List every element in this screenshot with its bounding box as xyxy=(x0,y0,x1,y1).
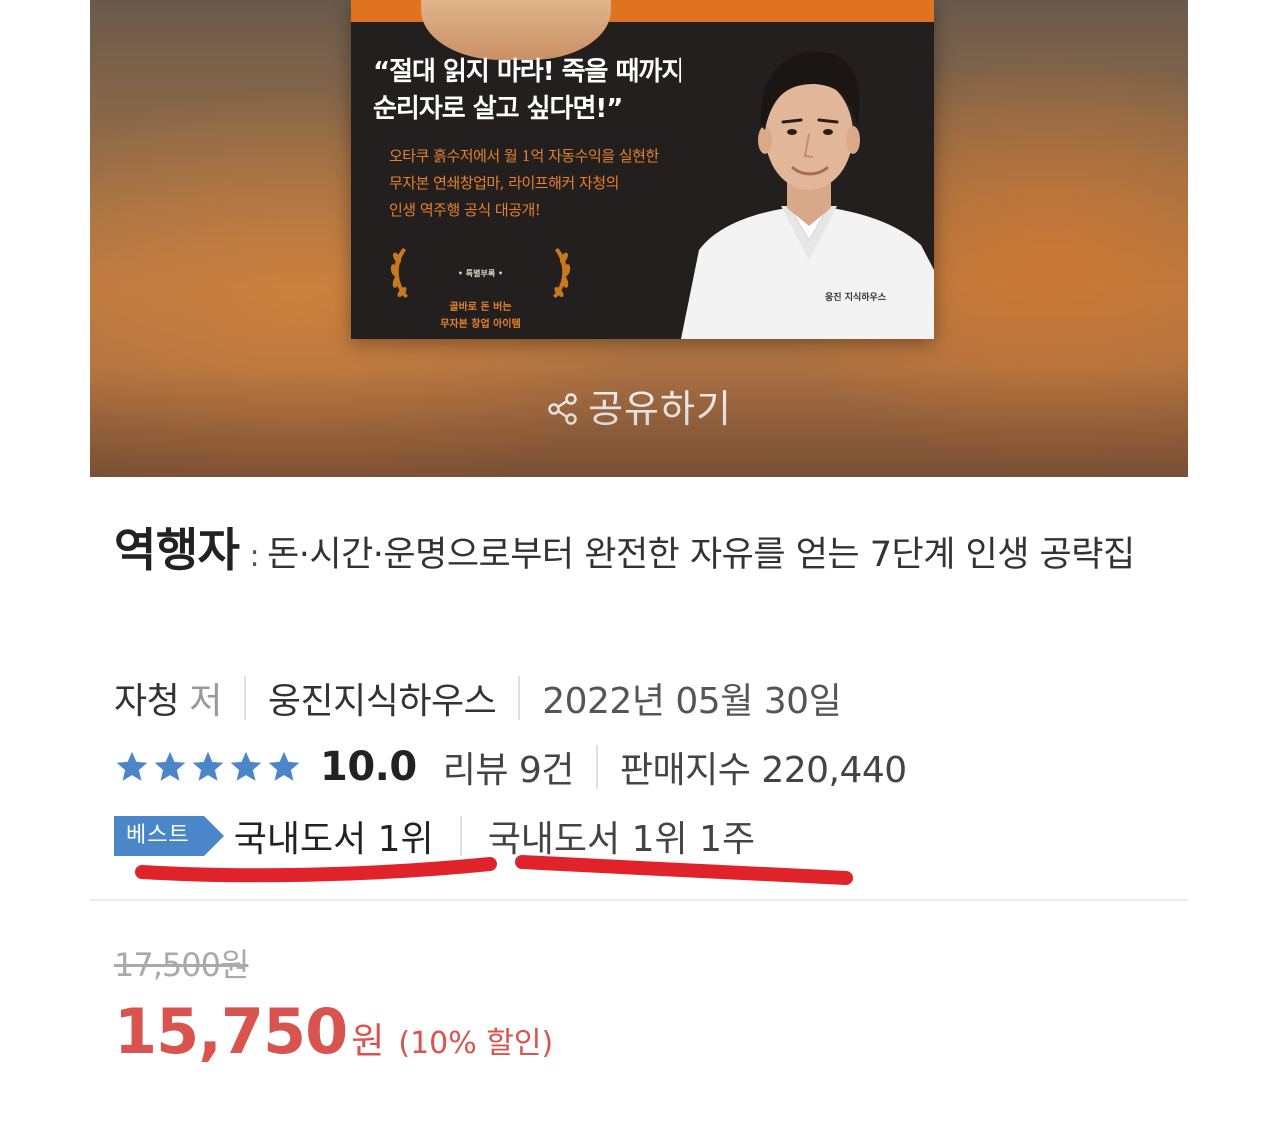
special-label: • 특별부록 • xyxy=(457,269,504,278)
star-icon xyxy=(268,751,300,781)
share-label: 공유하기 xyxy=(588,387,732,431)
sales-index: 판매지수 220,440 xyxy=(619,750,907,791)
divider xyxy=(595,745,598,789)
cover-decoration xyxy=(421,0,611,60)
currency-unit: 원 xyxy=(351,1021,385,1062)
book-title-block: 역행자: 돈·시간·운명으로부터 완전한 자유를 얻는 7단계 인생 공략집 xyxy=(114,518,1174,589)
star-rating xyxy=(114,749,302,785)
red-underline-annotation xyxy=(135,855,853,885)
author-link[interactable]: 자청 xyxy=(114,672,180,724)
review-count-link[interactable]: 리뷰 9건 xyxy=(443,741,575,793)
rating-score: 10.0 xyxy=(320,744,417,790)
sale-price-row: 15,750 원 (10% 할인) xyxy=(114,995,554,1068)
book-meta: 자청 저 웅진지식하우스 2022년 05월 30일 xyxy=(114,670,842,726)
special-title: 골바로 돈 버는 무자본 창업 아이템 xyxy=(440,302,521,330)
book-title: 역행자 xyxy=(114,523,240,577)
book-subtitle: 돈·시간·운명으로부터 완전한 자유를 얻는 7단계 인생 공략집 xyxy=(267,535,1135,575)
divider xyxy=(243,676,246,720)
publisher-link[interactable]: 웅진지식하우스 xyxy=(268,672,497,724)
star-icon xyxy=(154,751,186,781)
publish-date: 2022년 05월 30일 xyxy=(542,681,842,722)
share-icon xyxy=(548,393,577,425)
star-icon xyxy=(192,751,224,781)
star-icon xyxy=(230,751,262,781)
discount-rate: (10% 할인) xyxy=(398,1026,554,1061)
divider xyxy=(518,676,521,720)
author-role: 저 xyxy=(189,681,222,722)
share-button[interactable]: 공유하기 xyxy=(546,384,732,434)
book-cover[interactable]: “절대 읽지 마라! 죽을 때까지 순리자로 살고 싶다면!” 오타쿠 흙수저에… xyxy=(351,0,934,339)
rating-row: 10.0 리뷰 9건 판매지수 220,440 xyxy=(114,740,907,794)
author-photo xyxy=(681,30,934,339)
cover-hero: “절대 읽지 마라! 죽을 때까지 순리자로 살고 싶다면!” 오타쿠 흙수저에… xyxy=(90,0,1188,477)
original-price: 17,500원 xyxy=(114,946,249,984)
publisher-logo-text: 웅진 지식하우스 xyxy=(825,293,887,303)
section-divider xyxy=(90,899,1188,901)
share-area: 공유하기 xyxy=(90,384,1188,438)
star-icon xyxy=(116,751,148,781)
sale-price: 15,750 xyxy=(114,995,348,1068)
title-separator: : xyxy=(249,539,260,574)
special-supplement-emblem: • 특별부록 • 골바로 돈 버는 무자본 창업 아이템 xyxy=(389,242,572,330)
